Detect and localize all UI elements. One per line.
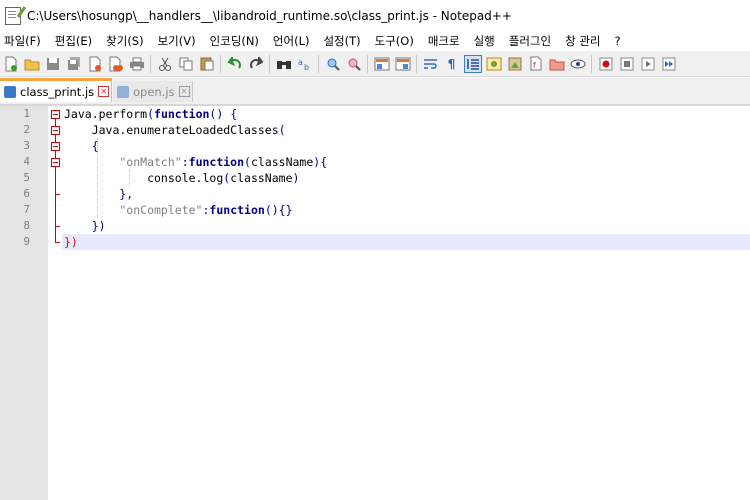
toolbar-separator <box>591 54 592 73</box>
line-number: 2 <box>23 123 30 136</box>
tab-open-js[interactable]: open.js ✕ <box>113 81 193 102</box>
svg-text:a: a <box>298 58 303 67</box>
find-icon[interactable] <box>275 55 293 73</box>
stop-recording-icon[interactable] <box>618 55 636 73</box>
tab-bar: class_print.js ✕ open.js ✕ <box>0 78 750 106</box>
menu-encoding[interactable]: 인코딩(N) <box>203 31 266 51</box>
title-bar: C:\Users\hosungp\__handlers__\libandroid… <box>0 0 750 31</box>
tab-class-print-js[interactable]: class_print.js ✕ <box>0 78 112 102</box>
menu-settings[interactable]: 설정(T) <box>316 31 367 51</box>
line-number: 9 <box>23 235 30 248</box>
menu-macro[interactable]: 매크로 <box>421 31 467 51</box>
menu-language[interactable]: 언어(L) <box>266 31 317 51</box>
menu-run[interactable]: 실행 <box>467 31 502 51</box>
open-file-icon[interactable] <box>23 55 41 73</box>
line-number-gutter: 1 2 3 4 5 6 7 8 9 <box>0 106 48 500</box>
folder-as-workspace-icon[interactable] <box>548 55 566 73</box>
line-number: 3 <box>23 139 30 152</box>
saved-file-icon <box>4 85 16 98</box>
show-all-characters-icon[interactable]: ¶ <box>443 55 461 73</box>
menu-window[interactable]: 창 관리 <box>558 31 607 51</box>
toolbar-separator <box>367 54 368 73</box>
save-icon[interactable] <box>44 55 62 73</box>
line-number: 5 <box>23 171 30 184</box>
document-map-icon[interactable] <box>506 55 524 73</box>
toolbar: ab ¶ f <box>0 51 750 77</box>
fold-toggle-icon[interactable] <box>51 158 60 167</box>
line-number: 8 <box>23 219 30 232</box>
code-line: Java.enumerateLoadedClasses( <box>64 123 286 137</box>
code-line: "onComplete":function(){} <box>64 203 293 217</box>
menu-view[interactable]: 보기(V) <box>151 31 203 51</box>
tab-label: open.js <box>133 84 175 99</box>
fold-end-marker <box>55 194 60 195</box>
tab-close-icon[interactable]: ✕ <box>178 86 190 97</box>
code-line: { <box>64 139 99 153</box>
toolbar-separator <box>220 54 221 73</box>
code-line: }, <box>64 187 134 201</box>
toolbar-separator <box>416 54 417 73</box>
close-all-icon[interactable] <box>107 55 125 73</box>
word-wrap-icon[interactable] <box>422 55 440 73</box>
line-number: 6 <box>23 187 30 200</box>
code-editor[interactable]: 1 2 3 4 5 6 7 8 9 Java.perform(function(… <box>0 106 750 500</box>
window-title: C:\Users\hosungp\__handlers__\libandroid… <box>27 8 512 23</box>
sync-vertical-icon[interactable] <box>373 55 391 73</box>
zoom-in-icon[interactable] <box>324 55 342 73</box>
paste-icon[interactable] <box>198 55 216 73</box>
code-line: Java.perform(function() { <box>64 107 238 121</box>
fold-end-marker <box>55 242 60 243</box>
run-macro-multiple-icon[interactable] <box>660 55 678 73</box>
menu-search[interactable]: 찾기(S) <box>99 31 150 51</box>
line-number: 4 <box>23 155 30 168</box>
line-number: 1 <box>23 107 30 120</box>
replace-icon[interactable]: ab <box>296 55 314 73</box>
cut-icon[interactable] <box>156 55 174 73</box>
sync-horizontal-icon[interactable] <box>394 55 412 73</box>
fold-toggle-icon[interactable] <box>51 142 60 151</box>
svg-text:b: b <box>304 63 309 71</box>
current-line-highlight <box>62 234 750 250</box>
menu-bar: 파일(F) 편집(E) 찾기(S) 보기(V) 인코딩(N) 언어(L) 설정(… <box>0 31 750 51</box>
monitoring-icon[interactable] <box>569 55 587 73</box>
tab-label: class_print.js <box>20 84 95 99</box>
code-line: "onMatch":function(className){ <box>64 155 328 169</box>
menu-help[interactable]: ? <box>607 31 627 51</box>
fold-toggle-icon[interactable] <box>51 110 60 119</box>
saved-file-icon <box>117 85 129 98</box>
close-icon[interactable] <box>86 55 104 73</box>
function-list-icon[interactable]: f <box>527 55 545 73</box>
toolbar-separator <box>318 54 319 73</box>
notepad-app-icon <box>5 6 21 25</box>
fold-end-marker <box>55 226 60 227</box>
menu-file[interactable]: 파일(F) <box>0 31 48 51</box>
fold-line <box>55 118 56 243</box>
line-number: 7 <box>23 203 30 216</box>
new-file-icon[interactable] <box>2 55 20 73</box>
fold-toggle-icon[interactable] <box>51 126 60 135</box>
code-line: }) <box>64 219 106 233</box>
code-line: console.log(className) <box>64 171 300 185</box>
play-macro-icon[interactable] <box>639 55 657 73</box>
menu-tools[interactable]: 도구(O) <box>368 31 421 51</box>
zoom-out-icon[interactable] <box>345 55 363 73</box>
save-all-icon[interactable] <box>65 55 83 73</box>
svg-text:f: f <box>533 61 536 70</box>
indent-guide-icon[interactable] <box>463 54 482 73</box>
code-line: }) <box>64 235 78 249</box>
tab-close-icon[interactable]: ✕ <box>98 86 110 97</box>
toolbar-separator <box>269 54 270 73</box>
menu-plugins[interactable]: 플러그인 <box>502 31 558 51</box>
print-icon[interactable] <box>128 55 146 73</box>
user-defined-language-icon[interactable] <box>485 55 503 73</box>
redo-icon[interactable] <box>247 55 265 73</box>
copy-icon[interactable] <box>177 55 195 73</box>
toolbar-separator <box>150 54 151 73</box>
undo-icon[interactable] <box>226 55 244 73</box>
record-macro-icon[interactable] <box>597 55 615 73</box>
menu-edit[interactable]: 편집(E) <box>48 31 99 51</box>
